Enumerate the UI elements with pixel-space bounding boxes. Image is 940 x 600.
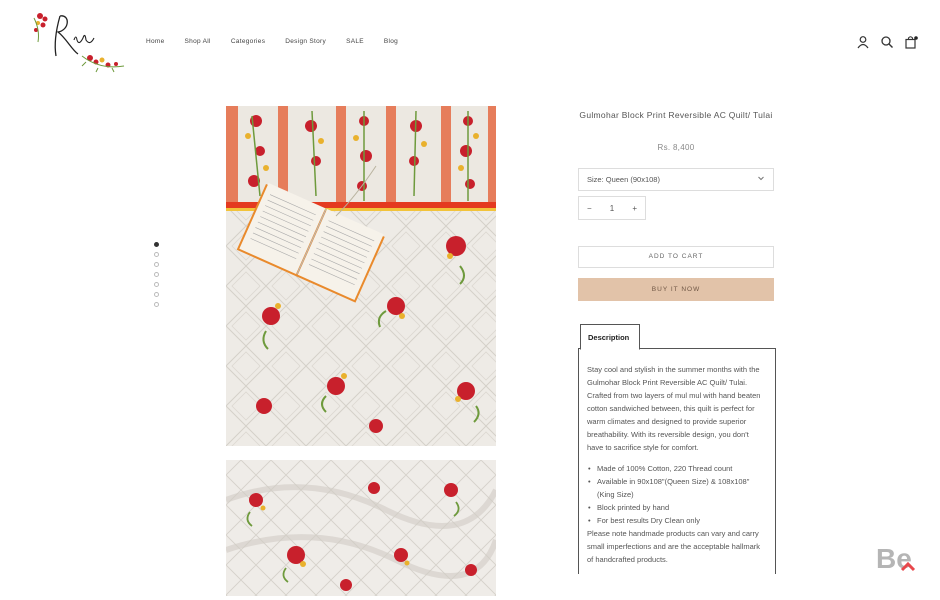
- gallery-dot[interactable]: [154, 272, 159, 277]
- nav-blog[interactable]: Blog: [384, 38, 398, 45]
- nav-sale[interactable]: SALE: [346, 38, 364, 45]
- nav-home[interactable]: Home: [146, 38, 165, 45]
- product-image-secondary[interactable]: [226, 460, 496, 596]
- description-paragraph: Stay cool and stylish in the summer mont…: [587, 365, 761, 452]
- list-item: Made of 100% Cotton, 220 Thread count: [587, 462, 767, 475]
- gallery-dot[interactable]: [154, 292, 159, 297]
- quilt-folds-image: [226, 460, 496, 596]
- size-select[interactable]: Size: Queen (90x108): [578, 168, 774, 191]
- gallery-dots: [154, 242, 159, 307]
- gallery-dot[interactable]: [154, 242, 159, 247]
- bag-icon[interactable]: [904, 35, 918, 49]
- behance-badge: Be: [874, 542, 922, 576]
- behance-badge-text: Be: [876, 543, 912, 574]
- gallery-dot[interactable]: [154, 282, 159, 287]
- gallery-dot[interactable]: [154, 302, 159, 307]
- nav-shop-all[interactable]: Shop All: [185, 38, 211, 45]
- quantity-stepper: − 1 +: [578, 196, 646, 220]
- description-note: Please note handmade products can vary a…: [587, 529, 761, 564]
- qty-value[interactable]: 1: [610, 204, 614, 213]
- qty-increase-button[interactable]: +: [632, 204, 637, 213]
- chevron-down-icon: [757, 174, 765, 184]
- gallery-dot[interactable]: [154, 252, 159, 257]
- add-to-cart-button[interactable]: ADD TO CART: [578, 246, 774, 268]
- product-title: Gulmohar Block Print Reversible AC Quilt…: [579, 110, 773, 120]
- description-bullets: Made of 100% Cotton, 220 Thread count Av…: [587, 462, 767, 527]
- list-item: Available in 90x108"(Queen Size) & 108x1…: [587, 475, 767, 501]
- size-select-value: Size: Queen (90x108): [587, 175, 660, 184]
- product-image-main[interactable]: [226, 106, 496, 446]
- product-price: Rs. 8,400: [657, 143, 695, 152]
- list-item: Block printed by hand: [587, 501, 767, 514]
- tab-description[interactable]: Description: [580, 324, 640, 350]
- gallery-dot[interactable]: [154, 262, 159, 267]
- header-icons: [856, 35, 918, 49]
- quilt-with-book-image: [226, 106, 496, 446]
- search-icon[interactable]: [880, 35, 894, 49]
- buy-it-now-button[interactable]: BUY IT NOW: [578, 278, 774, 301]
- user-icon[interactable]: [856, 35, 870, 49]
- qty-decrease-button[interactable]: −: [587, 204, 592, 213]
- description-panel: Stay cool and stylish in the summer mont…: [578, 348, 776, 574]
- brand-logo[interactable]: [30, 10, 130, 74]
- nav-design-story[interactable]: Design Story: [285, 38, 326, 45]
- nav-categories[interactable]: Categories: [231, 38, 265, 45]
- main-nav: Home Shop All Categories Design Story SA…: [146, 38, 418, 45]
- logo-graphic: [33, 13, 125, 73]
- list-item: For best results Dry Clean only: [587, 514, 767, 527]
